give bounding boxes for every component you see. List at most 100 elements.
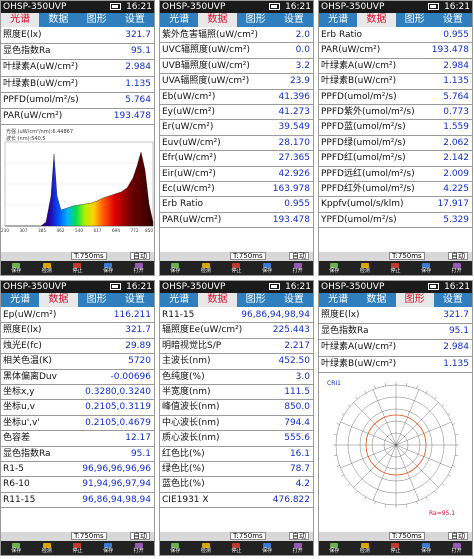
data-row: R1-5 96,96,96,96,96 [1,461,154,478]
toolbar-label: 停止 [72,547,83,554]
row-value: 3.2 [295,60,310,71]
tab-2[interactable]: 图形 [396,13,434,27]
tab-3[interactable]: 设置 [116,293,154,307]
data-row: Ey(uW/cm²) 41.273 [160,104,313,121]
clock: 16:21 [444,2,470,12]
tab-3[interactable]: 设置 [434,13,472,27]
integration-time[interactable]: T:750ms [71,532,107,540]
toolbar-button-0[interactable]: 保存 [160,261,191,275]
auto-mode[interactable]: 自动 [448,252,468,260]
data-row: Eb(uW/cm²) 41.396 [160,89,313,105]
row-value: 42.926 [278,168,311,179]
row-label: 辐照度Ee(uW/cm²) [162,325,243,336]
toolbar-button-0[interactable]: 保存 [319,261,350,275]
toolbar-button-2[interactable]: 停止 [62,261,93,275]
auto-mode[interactable]: 自动 [130,532,150,540]
tab-1[interactable]: 数据 [39,293,78,307]
data-row: 显色指数Ra 95.1 [1,446,154,462]
toolbar-button-3[interactable]: 保存 [252,261,283,275]
data-list: Erb Ratio 0.955 PAR(uW/cm²) 193.478 叶绿素A(uW/… [319,28,472,229]
data-row: 中心波长(nm) 794.4 [160,415,313,432]
tab-1[interactable]: 数据 [198,293,237,307]
tab-2[interactable]: 图形 [237,13,275,27]
integration-time[interactable]: T:750ms [230,532,266,540]
tab-2[interactable]: 图形 [78,293,116,307]
tab-1[interactable]: 数据 [198,13,237,27]
tab-1[interactable]: 数据 [357,293,395,307]
toolbar-button-1[interactable]: 检测 [191,541,222,555]
tab-0[interactable]: 光谱 [1,13,40,27]
toolbar-button-0[interactable]: 保存 [1,541,32,555]
toolbar-button-0[interactable]: 保存 [319,541,350,555]
toolbar-button-1[interactable]: 检测 [32,261,63,275]
toolbar-button-4[interactable]: 打开 [282,261,313,275]
tab-1[interactable]: 数据 [39,13,77,27]
toolbar-button-3[interactable]: 保存 [252,541,283,555]
toolbar-button-1[interactable]: 检测 [350,541,381,555]
toolbar-label: 打开 [292,547,303,554]
toolbar-button-2[interactable]: 停止 [380,541,411,555]
data-row: Efr(uW/cm²) 27.365 [160,151,313,167]
polar-tick [425,496,428,500]
row-label: CIE1931 X [162,494,209,505]
toolbar-button-3[interactable]: 保存 [411,261,442,275]
tab-2[interactable]: 图形 [237,293,275,307]
toolbar-button-1[interactable]: 检测 [191,261,222,275]
tab-2[interactable]: 图形 [78,13,116,27]
tab-2[interactable]: 图形 [395,293,434,307]
toolbar-button-1[interactable]: 检测 [350,261,381,275]
toolbar-button-4[interactable]: 打开 [282,541,313,555]
auto-mode[interactable]: 自动 [448,532,468,540]
clock: 16:21 [285,282,311,292]
data-row: Euv(uW/cm²) 28.170 [160,135,313,152]
integration-time[interactable]: T:750ms [230,252,266,260]
data-row: PPFD红(umol/m²/s) 2.142 [319,151,472,167]
toolbar-button-1[interactable]: 检测 [32,541,63,555]
data-row: 色纯度(%) 3.0 [160,369,313,385]
tab-0[interactable]: 光谱 [319,13,357,27]
toolbar-button-3[interactable]: 保存 [93,261,124,275]
data-row: Eir(uW/cm²) 42.926 [160,166,313,182]
row-label: Kppfv(umol/s/klm) [321,199,404,210]
auto-mode[interactable]: 自动 [130,252,150,260]
toolbar-button-3[interactable]: 保存 [411,541,442,555]
toolbar-button-2[interactable]: 停止 [221,541,252,555]
toolbar-button-2[interactable]: 停止 [380,261,411,275]
row-value: 4.225 [443,183,469,194]
row-label: 明暗视觉比S/P [162,340,222,351]
row-label: R11-15 [3,494,36,505]
toolbar-button-0[interactable]: 保存 [160,541,191,555]
row-value: 0.773 [443,106,469,117]
data-row: YPFD(umol/m²/s) 5.329 [319,212,472,229]
tab-0[interactable]: 光谱 [319,293,357,307]
tab-0[interactable]: 光谱 [1,293,39,307]
toolbar-button-4[interactable]: 打开 [123,541,154,555]
polar-tick [333,455,337,457]
integration-time[interactable]: T:750ms [389,532,425,540]
auto-mode[interactable]: 自动 [289,532,309,540]
tab-3[interactable]: 设置 [434,293,472,307]
tab-0[interactable]: 光谱 [160,293,198,307]
toolbar-button-0[interactable]: 保存 [1,261,32,275]
polar-tick [336,423,340,425]
toolbar-label: 保存 [329,547,340,554]
toolbar-button-4[interactable]: 打开 [441,541,472,555]
tab-3[interactable]: 设置 [116,13,154,27]
battery-icon [269,283,280,290]
toolbar-button-4[interactable]: 打开 [441,261,472,275]
tab-3[interactable]: 设置 [275,293,313,307]
title-bar: OHSP-350UVP 16:21 [1,1,154,13]
screen-data-uv: OHSP-350UVP 16:21 光谱 数据 图形 设置 紫外危害辐照(uW/cm²)… [159,0,314,276]
toolbar-button-3[interactable]: 保存 [93,541,124,555]
row-label: 中心波长(nm) [162,417,220,428]
tab-1[interactable]: 数据 [357,13,396,27]
integration-time[interactable]: T:750ms [71,252,107,260]
auto-mode[interactable]: 自动 [289,252,309,260]
tab-0[interactable]: 光谱 [160,13,198,27]
toolbar-button-2[interactable]: 停止 [221,261,252,275]
integration-time[interactable]: T:750ms [389,252,425,260]
toolbar-button-4[interactable]: 打开 [123,261,154,275]
data-row: PAR(uW/cm²) 193.478 [319,43,472,59]
tab-3[interactable]: 设置 [275,13,313,27]
toolbar-button-2[interactable]: 停止 [62,541,93,555]
